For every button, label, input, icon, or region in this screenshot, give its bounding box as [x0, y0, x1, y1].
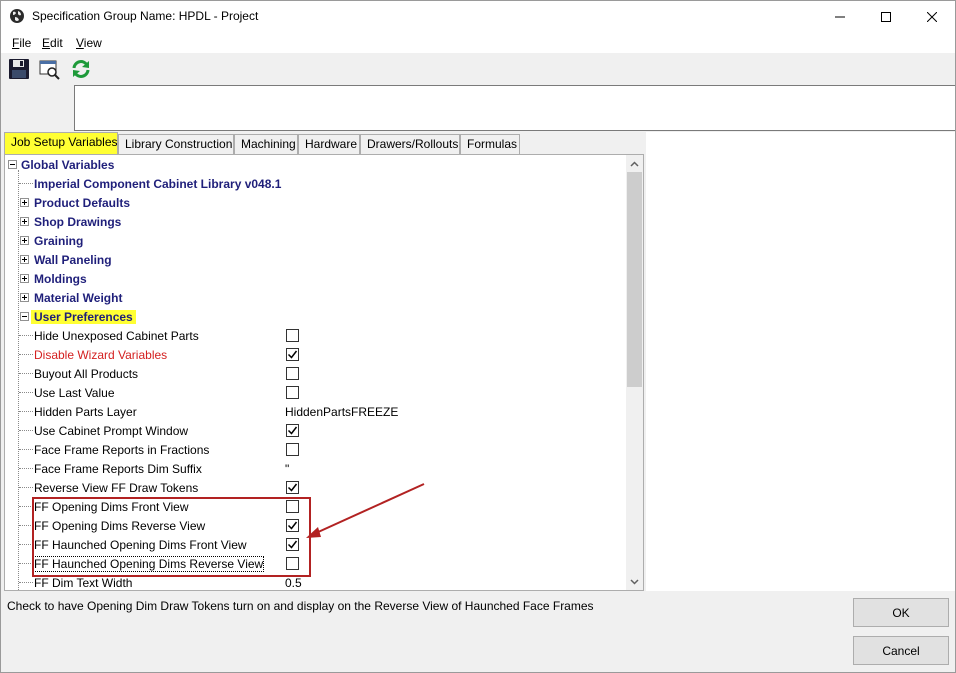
window-title: Specification Group Name: HPDL - Project	[32, 9, 259, 23]
tree-item-label: Hide Unexposed Cabinet Parts	[34, 329, 199, 343]
dim-text-width-value[interactable]: 0.5	[285, 576, 302, 590]
tab-formulas[interactable]: Formulas	[460, 134, 520, 154]
tree-item-label: Face Frame Reports in Fractions	[34, 443, 210, 457]
tree-item-label: FF Dim Text Width	[34, 576, 133, 590]
buyout-all-checkbox[interactable]	[286, 367, 299, 380]
tree-group-user-preferences[interactable]: User Preferences	[5, 307, 625, 326]
annotation-box	[32, 497, 311, 577]
scroll-up-icon[interactable]	[626, 155, 643, 172]
formula-textbox[interactable]	[74, 85, 955, 131]
tree-scrollbar[interactable]	[626, 155, 643, 590]
tree-group[interactable]: Wall Paneling	[5, 250, 625, 269]
maximize-button[interactable]	[863, 1, 909, 32]
tab-library-construction[interactable]: Library Construction	[118, 134, 234, 154]
tree-item-label: Disable Wizard Variables	[34, 348, 168, 362]
tree-item-label: Use Cabinet Prompt Window	[34, 424, 189, 438]
dim-suffix-value[interactable]: "	[285, 462, 289, 476]
tree-root[interactable]: Global Variables	[5, 155, 625, 174]
tree-item[interactable]: Use Last Value	[5, 383, 625, 402]
globe-icon	[9, 8, 25, 24]
tree-group-label: Graining	[34, 234, 84, 248]
tab-drawers-rollouts[interactable]: Drawers/Rollouts	[360, 134, 460, 154]
spec-group-window: Specification Group Name: HPDL - Project…	[0, 0, 956, 673]
close-icon	[927, 11, 937, 22]
tree-group-label: Shop Drawings	[34, 215, 122, 229]
tree-group-label: Product Defaults	[34, 196, 131, 210]
tree-root-label: Global Variables	[21, 158, 115, 172]
tree-item[interactable]: Face Frame Reports in Fractions	[5, 440, 625, 459]
scroll-thumb[interactable]	[627, 172, 642, 387]
expand-icon[interactable]	[20, 198, 29, 207]
checkmark-icon	[287, 426, 298, 435]
tree-group[interactable]: Shop Drawings	[5, 212, 625, 231]
scroll-down-icon[interactable]	[626, 573, 643, 590]
tree-item[interactable]: Face Frame Reports Dim Suffix "	[5, 459, 625, 478]
tree-item[interactable]: Hide Unexposed Cabinet Parts	[5, 326, 625, 345]
use-last-value-checkbox[interactable]	[286, 386, 299, 399]
tree-item[interactable]: Hidden Parts Layer HiddenPartsFREEZE	[5, 402, 625, 421]
expand-icon[interactable]	[20, 217, 29, 226]
floppy-disk-icon	[9, 59, 29, 79]
expand-icon[interactable]	[20, 293, 29, 302]
tree-item[interactable]: Use Cabinet Prompt Window	[5, 421, 625, 440]
tree-item[interactable]: Buyout All Products	[5, 364, 625, 383]
cancel-button[interactable]: Cancel	[853, 636, 949, 665]
ff-fractions-checkbox[interactable]	[286, 443, 299, 456]
tree-group[interactable]: Product Defaults	[5, 193, 625, 212]
minimize-icon	[835, 16, 845, 17]
menu-view[interactable]: View	[76, 36, 102, 50]
collapse-icon[interactable]	[8, 160, 17, 169]
tree-group-label: Imperial Component Cabinet Library v048.…	[34, 177, 282, 191]
tree-group[interactable]: Graining	[5, 231, 625, 250]
tree-item[interactable]: Disable Wizard Variables	[5, 345, 625, 364]
refresh-button[interactable]	[69, 57, 93, 81]
disable-wizard-checkbox[interactable]	[286, 348, 299, 361]
variables-tree[interactable]: Global Variables Imperial Component Cabi…	[4, 154, 644, 591]
refresh-icon	[72, 60, 90, 78]
tree-group[interactable]: Imperial Component Cabinet Library v048.…	[5, 174, 625, 193]
toolbar	[1, 53, 955, 84]
ok-button[interactable]: OK	[853, 598, 949, 627]
right-blank-area	[646, 132, 955, 591]
maximize-icon	[881, 11, 891, 22]
expand-icon[interactable]	[20, 255, 29, 264]
save-button[interactable]	[7, 57, 31, 81]
tab-job-setup-variables[interactable]: Job Setup Variables	[4, 132, 118, 154]
description-text: Check to have Opening Dim Draw Tokens tu…	[7, 599, 594, 613]
tree-item-label: Hidden Parts Layer	[34, 405, 137, 419]
tree-group-label: Material Weight	[34, 291, 123, 305]
tree-group-label: Wall Paneling	[34, 253, 112, 267]
tree-item-label: Face Frame Reports Dim Suffix	[34, 462, 202, 476]
hide-unexposed-checkbox[interactable]	[286, 329, 299, 342]
close-button[interactable]	[909, 1, 955, 32]
minimize-button[interactable]	[817, 1, 863, 32]
hidden-parts-layer-value[interactable]: HiddenPartsFREEZE	[285, 405, 398, 419]
tree-group[interactable]: Material Weight	[5, 288, 625, 307]
tab-hardware[interactable]: Hardware	[298, 134, 360, 154]
description-panel: Check to have Opening Dim Draw Tokens tu…	[4, 593, 846, 669]
expand-icon[interactable]	[20, 236, 29, 245]
title-bar: Specification Group Name: HPDL - Project	[1, 1, 955, 32]
checkmark-icon	[287, 350, 298, 359]
checkmark-icon	[287, 483, 298, 492]
print-preview-icon	[39, 60, 60, 80]
cabinet-prompt-checkbox[interactable]	[286, 424, 299, 437]
tree-item[interactable]: Reverse View FF Draw Tokens	[5, 478, 625, 497]
tree-item-label: Buyout All Products	[34, 367, 139, 381]
menu-bar: File Edit View	[1, 32, 955, 53]
menu-file[interactable]: File	[12, 36, 31, 50]
tree-group-label: User Preferences	[31, 310, 136, 324]
expand-icon[interactable]	[20, 274, 29, 283]
tree-item-label: Use Last Value	[34, 386, 115, 400]
print-preview-button[interactable]	[38, 57, 62, 81]
menu-edit[interactable]: Edit	[42, 36, 63, 50]
tree-item-label: Reverse View FF Draw Tokens	[34, 481, 199, 495]
reverse-view-tokens-checkbox[interactable]	[286, 481, 299, 494]
tab-machining[interactable]: Machining	[234, 134, 298, 154]
collapse-icon[interactable]	[20, 312, 29, 321]
tree-group-label: Moldings	[34, 272, 87, 286]
tree-group[interactable]: Moldings	[5, 269, 625, 288]
